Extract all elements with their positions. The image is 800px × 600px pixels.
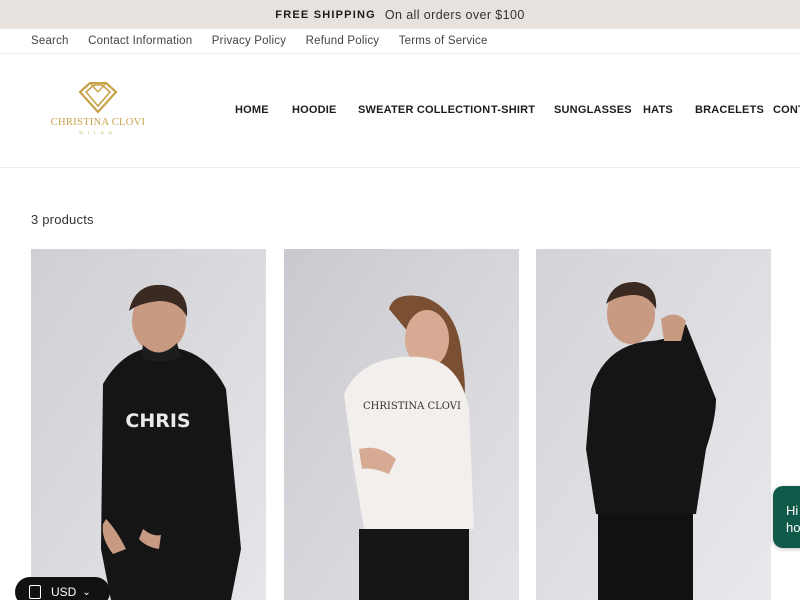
nav-home[interactable]: HOME	[235, 104, 269, 116]
currency-selector[interactable]: USD ⌄	[15, 577, 110, 600]
announcement-strong: FREE SHIPPING	[275, 8, 376, 21]
nav-hats[interactable]: HATS	[643, 104, 673, 116]
announcement-text: On all orders over $100	[384, 7, 525, 22]
product-image	[536, 249, 771, 600]
link-privacy-policy[interactable]: Privacy Policy	[212, 35, 286, 47]
nav-bracelets[interactable]: BRACELETS	[695, 104, 764, 116]
site-header: CHRISTINA CLOVI MILAN HOME HOODIE SWEATE…	[0, 54, 800, 168]
logo-subtext: MILAN	[79, 130, 117, 135]
nav-t-shirt[interactable]: T-SHIRT	[491, 104, 535, 116]
product-count: 3 products	[31, 212, 94, 227]
main-nav: HOME HOODIE SWEATER COLLECTION T-SHIRT S…	[0, 104, 800, 118]
product-card-2[interactable]: CHRISTINA CLOVI	[284, 249, 519, 600]
link-search[interactable]: Search	[31, 35, 69, 47]
chevron-down-icon: ⌄	[82, 586, 91, 598]
nav-sweater-collection[interactable]: SWEATER COLLECTION	[358, 104, 490, 116]
announcement-bar: FREE SHIPPING On all orders over $100	[0, 0, 800, 29]
chat-line-1: Hi	[786, 503, 799, 518]
shopping-bag-icon	[29, 585, 41, 599]
link-refund-policy[interactable]: Refund Policy	[306, 35, 380, 47]
currency-code: USD	[51, 585, 77, 599]
nav-hoodie[interactable]: HOODIE	[292, 104, 337, 116]
nav-contact[interactable]: CONT	[773, 104, 800, 116]
hoodie-print-text: CHRISTINA CLOVI	[363, 401, 461, 412]
logo-brand-text: CHRISTINA CLOVI	[50, 117, 146, 128]
chat-widget[interactable]: Hi ho	[773, 486, 800, 548]
hoodie-print-text: CHRIS	[125, 410, 190, 432]
product-card-3[interactable]	[536, 249, 771, 600]
link-terms-of-service[interactable]: Terms of Service	[399, 35, 488, 47]
top-links: Search Contact Information Privacy Polic…	[0, 29, 800, 54]
product-image: CHRISTINA CLOVI	[284, 249, 519, 600]
product-image: CHRIS	[31, 249, 266, 600]
link-contact-information[interactable]: Contact Information	[88, 35, 192, 47]
nav-sunglasses[interactable]: SUNGLASSES	[554, 104, 632, 116]
product-card-1[interactable]: CHRIS	[31, 249, 266, 600]
chat-line-2: ho	[786, 520, 800, 535]
